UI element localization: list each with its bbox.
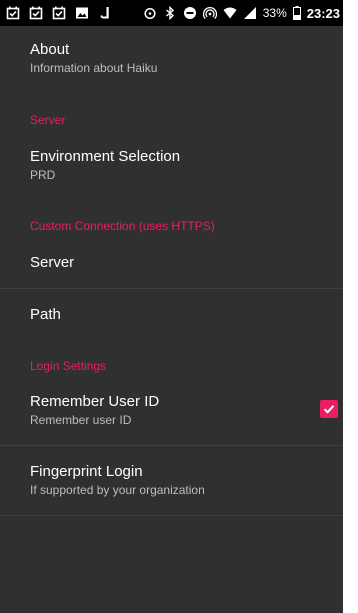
category-custom-connection: Custom Connection (uses HTTPS)	[30, 219, 215, 233]
settings-screen: 33% 23:23 About Information about Haiku …	[0, 0, 343, 613]
pref-environment-summary: PRD	[30, 168, 56, 182]
pref-about-title: About	[30, 41, 70, 58]
battery-percentage: 33%	[262, 6, 287, 20]
pref-server[interactable]: Server	[0, 254, 343, 272]
wifi-icon	[223, 7, 237, 19]
pref-remember-user-id[interactable]: Remember User ID Remember user ID	[0, 393, 343, 428]
battery-icon	[292, 6, 301, 20]
pref-environment-title: Environment Selection	[30, 148, 181, 165]
hotspot-icon	[202, 7, 217, 20]
category-login-settings: Login Settings	[30, 359, 107, 373]
checkbox-icon	[52, 6, 66, 20]
status-bar: 33% 23:23	[0, 0, 343, 26]
alarm-icon	[144, 7, 156, 20]
divider	[0, 288, 343, 289]
do-not-disturb-icon	[183, 7, 196, 19]
bluetooth-icon	[165, 6, 174, 20]
checkbox-icon	[29, 6, 43, 20]
image-icon	[76, 7, 88, 19]
divider	[0, 515, 343, 516]
pref-environment-selection[interactable]: Environment Selection PRD	[0, 148, 343, 183]
status-icons: 33% 23:23	[143, 6, 343, 21]
clock: 23:23	[306, 5, 340, 21]
pref-about[interactable]: About Information about Haiku	[0, 41, 343, 76]
divider	[0, 445, 343, 446]
checkbox-icon	[6, 6, 20, 20]
pref-path-title: Path	[30, 306, 61, 323]
notification-icons	[6, 6, 112, 20]
pref-fingerprint-title: Fingerprint Login	[30, 463, 143, 480]
cellular-signal-icon	[243, 7, 256, 19]
music-note-icon	[100, 7, 109, 19]
pref-remember-title: Remember User ID	[30, 393, 160, 410]
pref-about-summary: Information about Haiku	[30, 61, 158, 75]
remember-user-id-checkbox[interactable]	[320, 400, 338, 418]
category-server: Server	[30, 113, 66, 127]
check-icon	[323, 405, 335, 414]
pref-fingerprint-login[interactable]: Fingerprint Login If supported by your o…	[0, 463, 343, 498]
pref-server-title: Server	[30, 254, 75, 271]
pref-fingerprint-summary: If supported by your organization	[30, 483, 205, 497]
pref-path[interactable]: Path	[0, 306, 343, 324]
pref-remember-summary: Remember user ID	[30, 413, 132, 427]
